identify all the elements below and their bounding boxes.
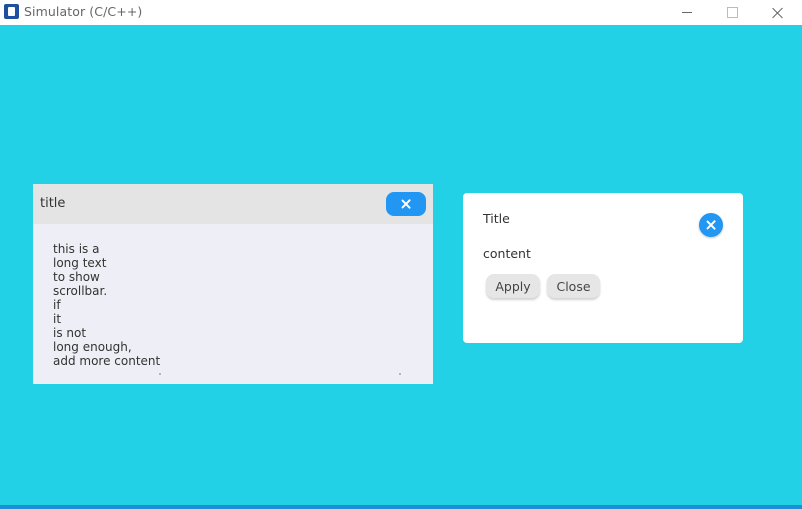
lv-window: title this is a long text to show scroll… [33,184,433,384]
maximize-icon [726,7,738,18]
close-button[interactable]: Close [547,274,600,298]
content-line: add more content [53,354,161,368]
horizontal-scrollbar-indicator[interactable] [159,373,161,375]
content-line: is not [53,326,87,340]
maximize-button[interactable] [709,0,755,25]
content-line: it [53,312,62,326]
content-line: to show [53,270,100,284]
msgbox-close-button[interactable] [699,213,723,237]
minimize-button[interactable] [664,0,710,25]
close-icon [401,199,411,209]
vertical-scrollbar-indicator[interactable] [399,373,401,375]
lv-window-close-button[interactable] [386,192,426,216]
lv-window-header: title [33,184,433,224]
content-line: long enough, [53,340,132,354]
app-icon [4,4,19,19]
window-titlebar[interactable]: Simulator (C/C++) [0,0,802,25]
content-line: long text [53,256,107,270]
lv-window-title: title [40,196,66,211]
close-icon [772,7,784,19]
close-icon [706,220,716,230]
window-title: Simulator (C/C++) [24,4,143,19]
apply-button[interactable]: Apply [486,274,540,298]
message-box: Title content Apply Close [463,193,743,343]
msgbox-content: content [483,246,531,261]
lv-window-content[interactable]: this is a long text to show scrollbar. i… [53,242,413,368]
content-line: if [53,298,61,312]
window-close-button[interactable] [755,0,801,25]
simulator-canvas: title this is a long text to show scroll… [0,25,802,509]
content-line: this is a [53,242,100,256]
minimize-icon [682,12,692,13]
msgbox-title: Title [483,211,510,226]
canvas-bottom-border [0,505,802,509]
content-line: scrollbar. [53,284,108,298]
